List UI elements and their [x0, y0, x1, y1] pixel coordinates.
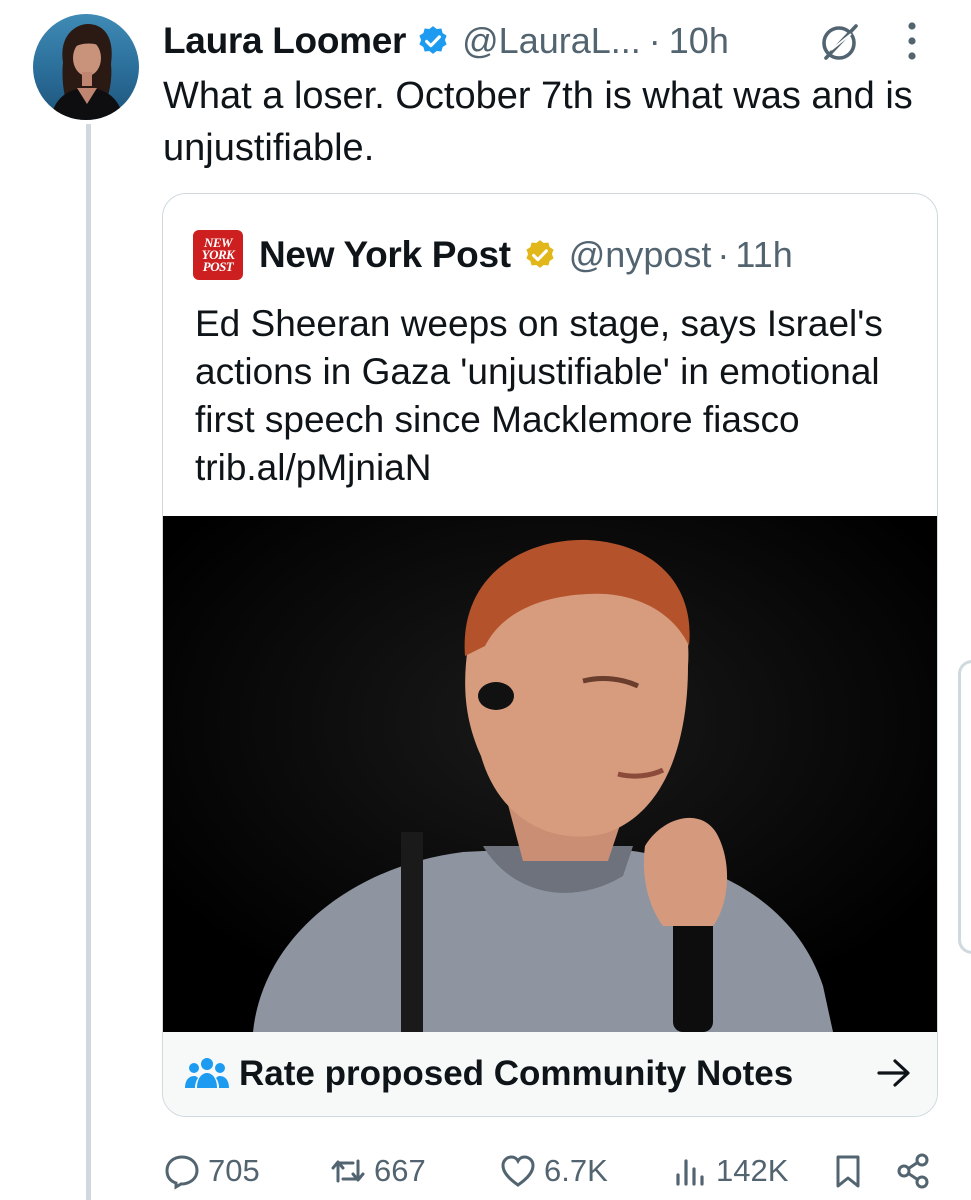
like-button[interactable]: 6.7K [498, 1146, 608, 1196]
logo-line: POST [202, 259, 234, 274]
community-notes-bar[interactable]: Rate proposed Community Notes [163, 1032, 937, 1116]
author-handle[interactable]: @LauraL... [462, 20, 641, 62]
community-notes-icon [185, 1058, 229, 1088]
reply-button[interactable]: 705 [162, 1146, 260, 1196]
community-notes-label: Rate proposed Community Notes [239, 1054, 794, 1093]
reply-icon [165, 1155, 199, 1190]
quoted-timestamp[interactable]: 11h [735, 234, 792, 276]
avatar-portrait [51, 24, 123, 120]
more-icon[interactable] [902, 18, 922, 64]
repost-count: 667 [374, 1153, 426, 1188]
thread-line [86, 124, 91, 1200]
quoted-post[interactable]: NEW YORK POST New York Post @nypost · 11… [162, 193, 938, 1117]
avatar[interactable] [33, 14, 139, 120]
grok-icon[interactable] [818, 20, 862, 64]
like-icon [501, 1155, 535, 1187]
repost-button[interactable]: 667 [328, 1146, 426, 1196]
bookmark-icon [836, 1155, 860, 1188]
gold-verified-badge-icon [526, 240, 554, 268]
post-text: What a loser. October 7th is what was an… [163, 75, 913, 169]
separator-dot: · [648, 20, 661, 61]
scrollbar-handle[interactable] [958, 660, 971, 954]
views-count: 142K [716, 1153, 789, 1188]
like-count: 6.7K [544, 1153, 608, 1188]
views-button[interactable]: 142K [670, 1146, 788, 1196]
quoted-media-image[interactable] [163, 516, 937, 1032]
author-name[interactable]: Laura Loomer [163, 20, 406, 62]
quoted-header: NEW YORK POST New York Post @nypost · 11… [193, 230, 793, 280]
action-bar: 705 667 6.7K 142K [162, 1146, 962, 1196]
quoted-text: Ed Sheeran weeps on stage, says Israel's… [195, 303, 883, 488]
quoted-author-handle[interactable]: @nypost [569, 234, 712, 276]
views-icon [676, 1159, 704, 1186]
performer-photo [163, 516, 937, 1032]
verified-badge-icon [419, 26, 447, 54]
quoted-author-name[interactable]: New York Post [259, 234, 511, 276]
timestamp[interactable]: 10h [669, 20, 729, 62]
nypost-logo: NEW YORK POST [193, 230, 243, 280]
bookmark-button[interactable] [828, 1146, 868, 1196]
share-button[interactable] [894, 1146, 934, 1196]
arrow-right-icon [877, 1059, 910, 1087]
repost-icon [331, 1159, 365, 1183]
share-icon [897, 1153, 929, 1189]
post-header: Laura Loomer @LauraL... · 10h [163, 16, 729, 66]
separator-dot: · [717, 234, 730, 275]
reply-count: 705 [208, 1153, 260, 1188]
